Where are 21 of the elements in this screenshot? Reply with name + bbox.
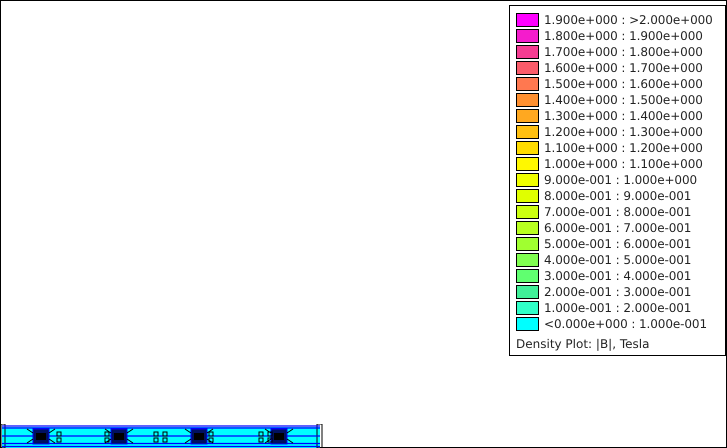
legend-label: 3.000e-001 : 4.000e-001 [544,269,692,283]
legend-label: 1.600e+000 : 1.700e+000 [544,61,703,75]
legend-label: 1.100e+000 : 1.200e+000 [544,141,703,155]
legend-label: 6.000e-001 : 7.000e-001 [544,221,692,235]
legend-label: 7.000e-001 : 8.000e-001 [544,205,692,219]
legend-label: 2.000e-001 : 3.000e-001 [544,285,692,299]
legend-label: 1.900e+000 : >2.000e+000 [544,13,713,27]
legend-label: 8.000e-001 : 9.000e-001 [544,189,692,203]
legend-caption: Density Plot: |B|, Tesla [516,337,650,351]
legend-label: 1.800e+000 : 1.900e+000 [544,29,703,43]
legend-label: 1.000e+000 : 1.100e+000 [544,157,703,171]
legend-label: 1.200e+000 : 1.300e+000 [544,125,703,139]
legend-label: 1.500e+000 : 1.600e+000 [544,77,703,91]
legend-label: 5.000e-001 : 6.000e-001 [544,237,692,251]
legend-label: 1.300e+000 : 1.400e+000 [544,109,703,123]
legend-label: 1.700e+000 : 1.800e+000 [544,45,703,59]
legend-label: 1.400e+000 : 1.500e+000 [544,93,703,107]
legend-label: <0.000e+000 : 1.000e-001 [544,317,707,331]
legend-label: 9.000e-001 : 1.000e+000 [544,173,698,187]
legend-label: 4.000e-001 : 5.000e-001 [544,253,692,267]
legend-label: 1.000e-001 : 2.000e-001 [544,301,692,315]
